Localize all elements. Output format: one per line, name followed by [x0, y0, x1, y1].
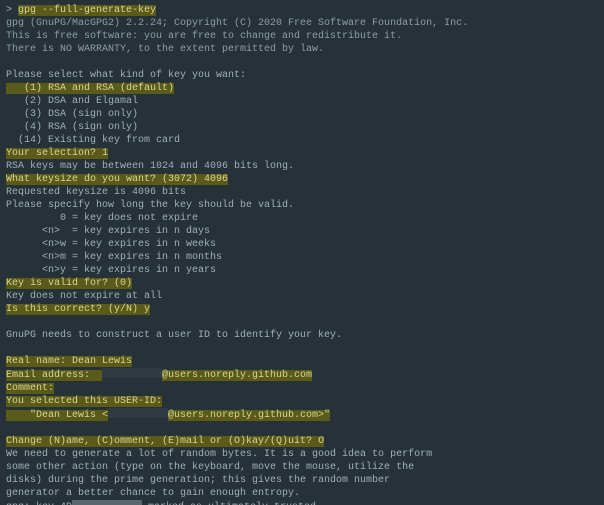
kind-option-2: (2) DSA and Elgamal [6, 95, 598, 108]
your-selection-value: 1 [102, 148, 108, 159]
intro-line-2: This is free software: you are free to c… [6, 30, 598, 43]
prompt: > [6, 5, 18, 16]
no-expire: Key does not expire at all [6, 290, 598, 303]
real-name-value: Dean Lewis [72, 356, 132, 367]
terminal: > gpg --full-generate-key gpg (GnuPG/Mac… [0, 0, 604, 505]
userid-line: "Dean Lewis < @users.noreply.github.com>" [6, 408, 598, 422]
is-correct-label: Is this correct? (y/N) [6, 304, 144, 315]
is-correct: Is this correct? (y/N) y [6, 303, 598, 316]
key-valid-value: (0) [114, 278, 132, 289]
rsa-range-note: RSA keys may be between 1024 and 4096 bi… [6, 160, 598, 173]
intro-line-3: There is NO WARRANTY, to the extent perm… [6, 43, 598, 56]
real-name-line: Real name: Dean Lewis [6, 355, 598, 368]
email-label: Email address: [6, 370, 102, 381]
select-kind: Please select what kind of key you want: [6, 69, 598, 82]
email-line: Email address: @users.noreply.github.com [6, 368, 598, 382]
random-bytes-3: disks) during the prime generation; this… [6, 474, 598, 487]
your-selection: Your selection? 1 [6, 147, 598, 160]
change-prompt: Change (N)ame, (C)omment, (E)mail or (O)… [6, 435, 598, 448]
uid-suffix: @users.noreply.github.com>" [168, 410, 330, 421]
redacted-key-id [72, 500, 142, 505]
keysize-value: 4096 [204, 174, 228, 185]
comment-label: Comment: [6, 383, 54, 394]
command: gpg --full-generate-key [18, 5, 156, 16]
need-userid: GnuPG needs to construct a user ID to id… [6, 329, 598, 342]
redacted-uid-email [108, 408, 168, 418]
change-value: O [318, 436, 324, 447]
is-correct-value: y [144, 304, 150, 315]
valid-option-days: <n> = key expires in n days [6, 225, 598, 238]
comment-line: Comment: [6, 382, 598, 395]
change-label: Change (N)ame, (C)omment, (E)mail or (O)… [6, 436, 318, 447]
blank [6, 342, 598, 355]
valid-option-years: <n>y = key expires in n years [6, 264, 598, 277]
requested-keysize: Requested keysize is 4096 bits [6, 186, 598, 199]
kind-option-14: (14) Existing key from card [6, 134, 598, 147]
valid-option-months: <n>m = key expires in n months [6, 251, 598, 264]
email-suffix: @users.noreply.github.com [162, 370, 312, 381]
redacted-email-user [102, 368, 162, 378]
blank [6, 422, 598, 435]
selected-userid: You selected this USER-ID: [6, 395, 598, 408]
valid-option-0: 0 = key does not expire [6, 212, 598, 225]
your-selection-label: Your selection? [6, 148, 102, 159]
kind-option-4: (4) RSA (sign only) [6, 121, 598, 134]
blank [6, 56, 598, 69]
trusted-line: gpg: key 4D marked as ultimately trusted [6, 500, 598, 505]
random-bytes-2: some other action (type on the keyboard,… [6, 461, 598, 474]
keysize-label: What keysize do you want? (3072) [6, 174, 204, 185]
uid-name: "Dean Lewis < [6, 410, 108, 421]
key-valid-for: Key is valid for? (0) [6, 277, 598, 290]
intro-line-1: gpg (GnuPG/MacGPG2) 2.2.24; Copyright (C… [6, 17, 598, 30]
valid-question: Please specify how long the key should b… [6, 199, 598, 212]
prompt-line: > gpg --full-generate-key [6, 4, 598, 17]
blank [6, 316, 598, 329]
kind-option-1: (1) RSA and RSA (default) [6, 82, 598, 95]
valid-option-weeks: <n>w = key expires in n weeks [6, 238, 598, 251]
key-valid-label: Key is valid for? [6, 278, 114, 289]
random-bytes-4: generator a better chance to gain enough… [6, 487, 598, 500]
kind-option-3: (3) DSA (sign only) [6, 108, 598, 121]
random-bytes-1: We need to generate a lot of random byte… [6, 448, 598, 461]
keysize-prompt: What keysize do you want? (3072) 4096 [6, 173, 598, 186]
real-name-label: Real name: [6, 356, 72, 367]
